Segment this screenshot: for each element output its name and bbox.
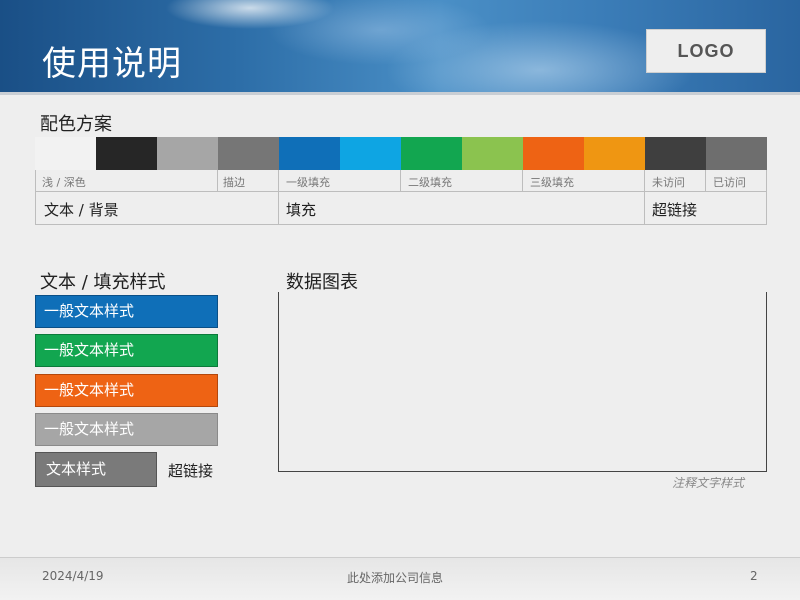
divider (644, 192, 645, 224)
footer-date: 2024/4/19 (42, 569, 104, 583)
color-swatch-orange-light (584, 137, 645, 170)
label-fill-3: 三级填充 (530, 176, 574, 189)
label-fill-1: 一级填充 (286, 176, 330, 189)
text-style-box-blue: 一般文本样式 (35, 295, 218, 328)
logo-placeholder[interactable]: LOGO (646, 29, 766, 73)
page-title: 使用说明 (42, 44, 182, 84)
color-swatch-mid-gray (706, 137, 767, 170)
divider (644, 170, 645, 191)
color-swatch-charcoal (645, 137, 706, 170)
divider (522, 170, 523, 191)
color-swatch-green-light (462, 137, 523, 170)
divider (705, 170, 706, 191)
label-unvisited: 未访问 (652, 176, 685, 189)
swatch-category-row: 文本 / 背景 填充 超链接 (35, 192, 767, 225)
hyperlink-sample[interactable]: 超链接 (168, 460, 213, 481)
footer-company-info: 此处添加公司信息 (347, 571, 444, 585)
text-style-label: 一般文本样式 (44, 381, 135, 399)
text-style-label: 一般文本样式 (44, 420, 135, 438)
color-swatch-white (35, 137, 96, 170)
footer: 2024/4/19 此处添加公司信息 2 (0, 558, 800, 600)
label-fill: 填充 (286, 201, 317, 219)
color-swatch-green-dark (401, 137, 462, 170)
label-hyperlink: 超链接 (652, 201, 698, 219)
color-swatch-orange (523, 137, 584, 170)
divider (278, 192, 279, 224)
label-text-background: 文本 / 背景 (44, 201, 119, 219)
label-light-dark: 浅 / 深色 (42, 176, 86, 189)
label-stroke: 描边 (223, 176, 245, 189)
footer-page-number: 2 (750, 569, 758, 583)
text-style-sample: 文本样式 (35, 452, 157, 487)
swatch-row (35, 137, 767, 170)
color-swatch-blue-dark (279, 137, 340, 170)
chart-section-title: 数据图表 (286, 272, 358, 293)
text-style-label: 一般文本样式 (44, 302, 135, 320)
divider (278, 170, 279, 191)
divider (217, 170, 218, 191)
color-swatch-light-gray (157, 137, 218, 170)
text-style-box-gray: 一般文本样式 (35, 413, 218, 446)
caption-text: 注释文字样式 (672, 476, 745, 490)
label-visited: 已访问 (713, 176, 746, 189)
palette-section-title: 配色方案 (40, 114, 112, 135)
color-swatch-black (96, 137, 157, 170)
color-swatch-dark-gray (218, 137, 279, 170)
label-fill-2: 二级填充 (408, 176, 452, 189)
chart-placeholder (278, 292, 767, 472)
color-swatch-blue-light (340, 137, 401, 170)
text-style-box-green: 一般文本样式 (35, 334, 218, 367)
color-scheme-table: 浅 / 深色 描边 一级填充 二级填充 三级填充 未访问 已访问 文本 / 背景… (35, 137, 767, 225)
text-style-box-orange: 一般文本样式 (35, 374, 218, 407)
header-divider (0, 92, 800, 95)
divider (400, 170, 401, 191)
text-style-label: 一般文本样式 (44, 341, 135, 359)
swatch-label-row: 浅 / 深色 描边 一级填充 二级填充 三级填充 未访问 已访问 (35, 170, 767, 192)
text-styles-section-title: 文本 / 填充样式 (40, 272, 166, 293)
